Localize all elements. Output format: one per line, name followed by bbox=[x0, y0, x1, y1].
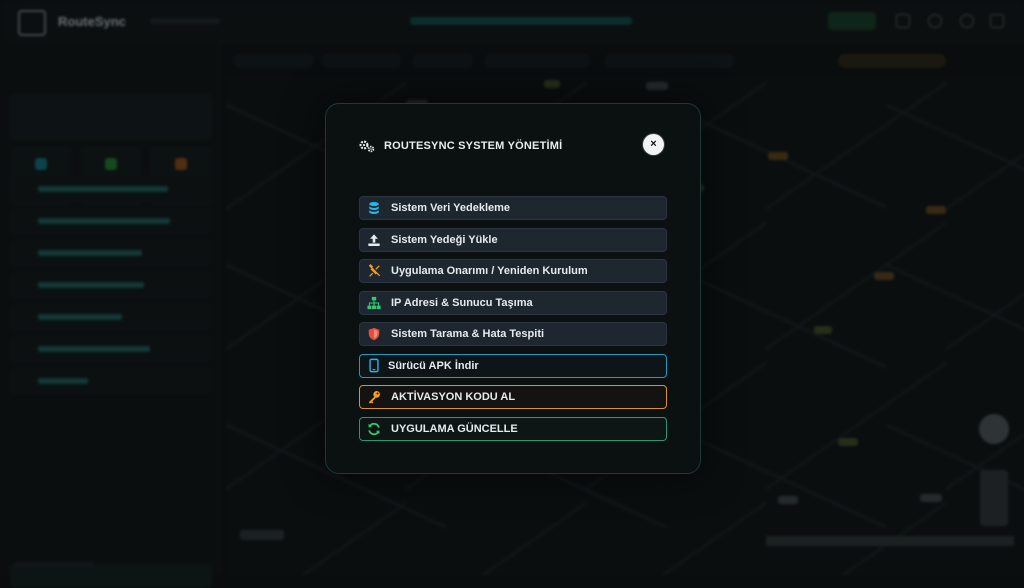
network-icon bbox=[366, 295, 382, 311]
map-attribution bbox=[240, 530, 284, 540]
sidebar-item bbox=[10, 208, 212, 234]
activation-code-button-label: AKTİVASYON KODU AL bbox=[391, 391, 516, 403]
sidebar-item bbox=[10, 336, 212, 362]
zoom-control bbox=[980, 470, 1008, 526]
ip-migration-button-label: IP Adresi & Sunucu Taşıma bbox=[391, 296, 533, 309]
top-bar: RouteSync bbox=[0, 0, 1024, 43]
close-button[interactable]: × bbox=[643, 134, 664, 155]
status-badge bbox=[828, 12, 876, 30]
fullscreen-icon bbox=[896, 14, 910, 28]
sidebar bbox=[0, 42, 221, 588]
logo-icon bbox=[18, 10, 46, 36]
driver-apk-download-button-label: Sürücü APK İndir bbox=[388, 359, 479, 372]
user-icon bbox=[960, 14, 974, 28]
sidebar-item bbox=[10, 272, 212, 298]
modal-title: ROUTESYNC SYSTEM YÖNETİMİ bbox=[384, 140, 563, 152]
modal-header: ROUTESYNC SYSTEM YÖNETİMİ bbox=[358, 138, 562, 154]
backup-button-label: Sistem Veri Yedekleme bbox=[391, 202, 511, 214]
top-navigation bbox=[410, 17, 632, 25]
restore-backup-button-label: Sistem Yedeği Yükle bbox=[391, 233, 498, 246]
warning-chip bbox=[838, 54, 946, 68]
mobile-icon bbox=[366, 358, 382, 374]
sidebar-item bbox=[10, 176, 212, 202]
sidebar-profile-card bbox=[10, 94, 212, 140]
update-app-button-label: UYGULAMA GÜNCELLE bbox=[391, 422, 518, 435]
restore-backup-button[interactable]: Sistem Yedeği Yükle bbox=[359, 227, 667, 252]
map-scale bbox=[766, 536, 1014, 546]
refresh-icon bbox=[366, 421, 382, 437]
driver-apk-download-button[interactable]: Sürücü APK İndir bbox=[359, 353, 667, 378]
brand-name: RouteSync bbox=[58, 14, 126, 29]
language-icon bbox=[990, 14, 1004, 28]
activation-code-button[interactable]: AKTİVASYON KODU AL bbox=[359, 385, 667, 409]
sidebar-item bbox=[10, 240, 212, 266]
system-management-modal: ROUTESYNC SYSTEM YÖNETİMİ × Sistem Veri … bbox=[325, 103, 701, 474]
system-scan-button[interactable]: Sistem Tarama & Hata Tespiti bbox=[359, 322, 667, 346]
map-fab bbox=[979, 414, 1009, 444]
update-app-button[interactable]: UYGULAMA GÜNCELLE bbox=[359, 416, 667, 441]
sidebar-item bbox=[10, 368, 212, 394]
tools-icon bbox=[366, 263, 382, 279]
key-icon bbox=[366, 389, 382, 405]
gears-icon bbox=[359, 140, 375, 153]
ip-migration-button[interactable]: IP Adresi & Sunucu Taşıma bbox=[359, 290, 667, 315]
system-scan-button-label: Sistem Tarama & Hata Tespiti bbox=[391, 328, 545, 340]
footer-note bbox=[14, 562, 94, 568]
upload-icon bbox=[366, 232, 382, 248]
backup-button[interactable]: Sistem Veri Yedekleme bbox=[359, 196, 667, 220]
repair-button[interactable]: Uygulama Onarımı / Yeniden Kurulum bbox=[359, 259, 667, 283]
repair-button-label: Uygulama Onarımı / Yeniden Kurulum bbox=[391, 265, 588, 277]
sidebar-item bbox=[10, 304, 212, 330]
shield-icon bbox=[366, 326, 382, 342]
moon-icon bbox=[928, 14, 942, 28]
database-icon bbox=[366, 200, 382, 216]
brand-subtitle bbox=[150, 18, 220, 24]
